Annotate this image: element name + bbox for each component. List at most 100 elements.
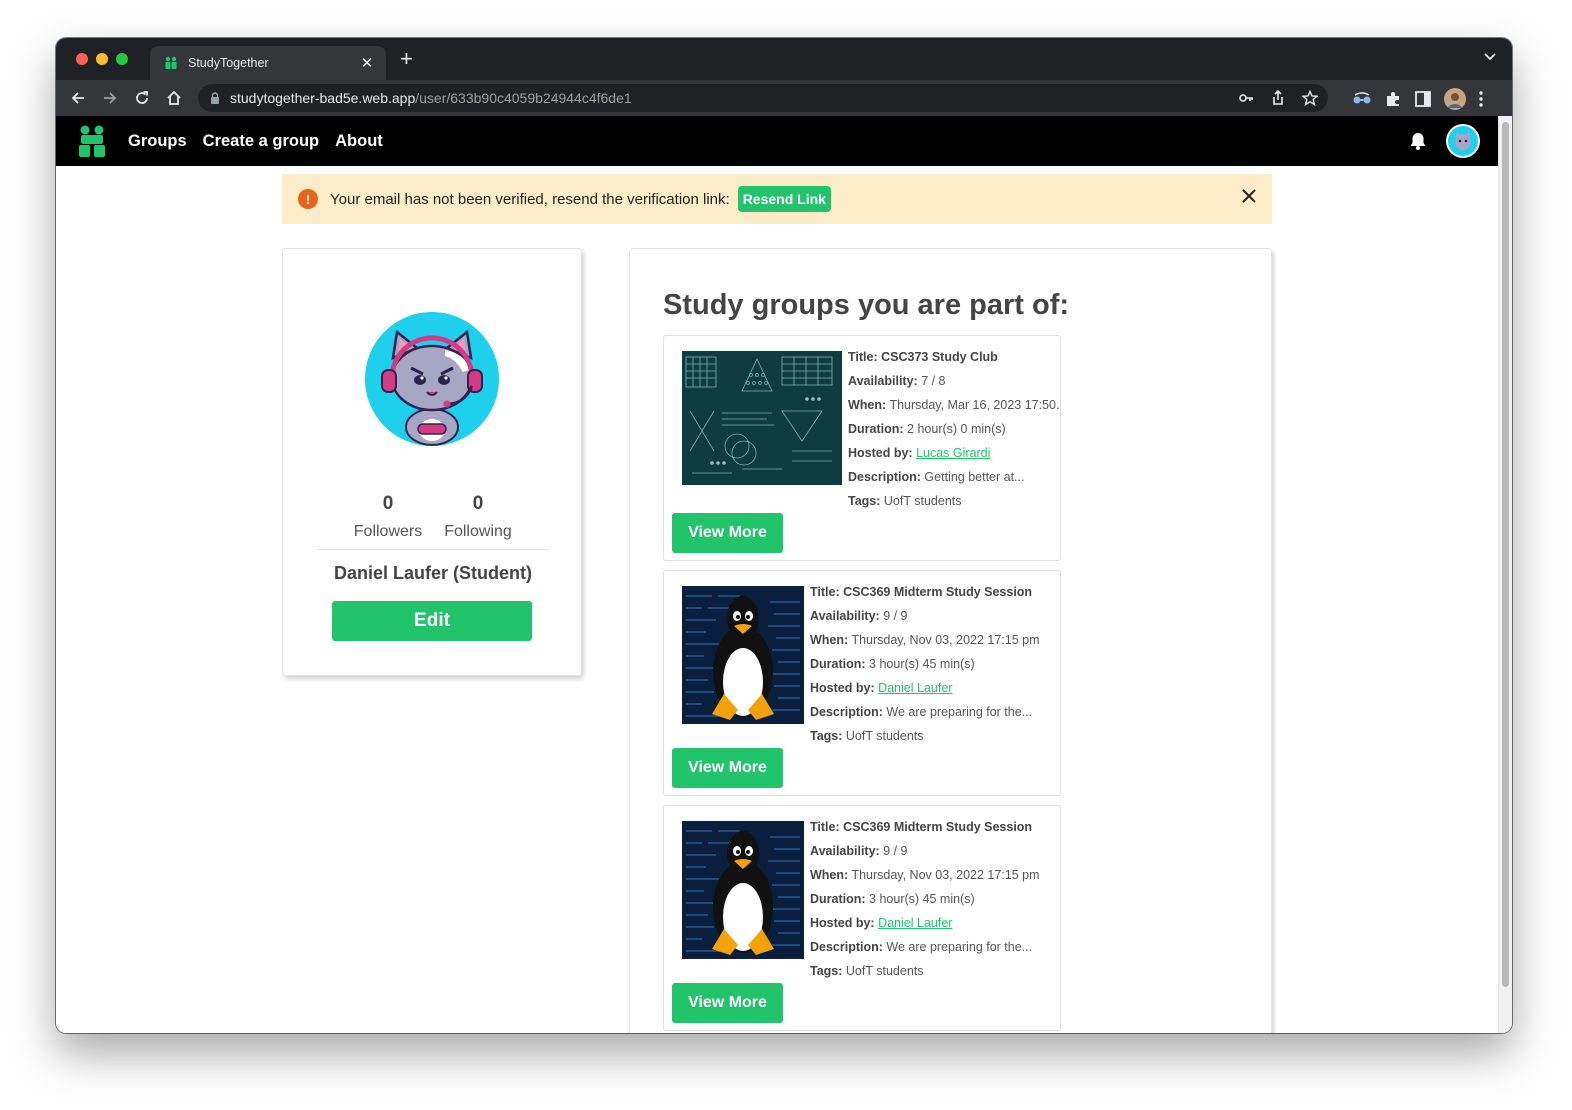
share-icon[interactable] [1270,90,1286,106]
group-duration: 2 hour(s) 0 min(s) [907,422,1006,436]
when-label: When: [848,398,887,412]
close-window-button[interactable] [76,53,88,65]
follow-stats: 0 Followers 0 Following [343,493,523,541]
alert-message: Your email has not been verified, resend… [330,190,730,208]
group-details: Title: CSC369 Midterm Study Session Avai… [810,815,1040,983]
browser-menu-icon[interactable] [1478,90,1484,108]
description-label: Description: [810,940,883,954]
view-more-button[interactable]: View More [672,748,783,788]
profile-card: 0 Followers 0 Following Daniel Laufer (S… [282,248,582,676]
tags-label: Tags: [810,729,843,743]
side-panel-icon[interactable] [1414,90,1432,108]
linux-penguin-image [682,821,804,959]
group-tags: UofT students [845,964,924,978]
study-together-logo-icon[interactable] [76,124,108,158]
gamer-cat-avatar-icon [365,312,499,446]
new-tab-button[interactable]: + [400,48,413,70]
study-groups-panel: Study groups you are part of: Title: CSC… [629,248,1272,1033]
description-label: Description: [810,705,883,719]
tab-close-icon[interactable]: ✕ [358,54,376,72]
title-label: Title: [810,585,840,599]
view-more-button[interactable]: View More [672,513,783,553]
group-host-link[interactable]: Lucas Girardi [916,446,990,460]
followers-stat[interactable]: 0 Followers [343,493,433,541]
following-stat[interactable]: 0 Following [433,493,523,541]
app-navbar: Groups Create a group About [56,116,1498,166]
group-card: Title: CSC369 Midterm Study Session Avai… [663,805,1061,1031]
user-avatar-button[interactable] [1446,124,1480,158]
home-icon[interactable] [164,88,184,108]
group-availability: 9 / 9 [883,609,908,623]
title-label: Title: [848,350,878,364]
group-host-link[interactable]: Daniel Laufer [878,916,952,930]
browser-tab[interactable]: StudyTogether ✕ [150,46,386,80]
group-card: Title: CSC373 Study Club Availability: 7… [663,335,1061,561]
notification-bell-icon[interactable] [1408,131,1428,151]
forward-arrow-icon[interactable] [100,88,120,108]
page-scrollbar[interactable] [1498,116,1512,1033]
password-key-icon[interactable] [1238,90,1254,106]
edit-profile-button[interactable]: Edit [332,601,532,641]
back-arrow-icon[interactable] [68,88,88,108]
group-availability: 7 / 8 [921,374,946,388]
scrollbar-thumb[interactable] [1502,122,1509,987]
close-alert-icon[interactable] [1242,189,1256,203]
url-path: /user/633b90c4059b24944c4f6de1 [415,90,632,106]
minimize-window-button[interactable] [96,53,108,65]
nav-groups-link[interactable]: Groups [128,132,187,151]
nav-create-group-link[interactable]: Create a group [203,132,319,151]
group-duration: 3 hour(s) 45 min(s) [869,657,975,671]
profile-avatar-icon[interactable] [1444,88,1466,110]
profile-avatar [365,312,499,446]
tab-title: StudyTogether [188,56,269,70]
group-description: Getting better at... [924,470,1025,484]
hosted-by-label: Hosted by: [848,446,913,460]
description-label: Description: [848,470,921,484]
extensions-puzzle-icon[interactable] [1384,90,1402,108]
availability-label: Availability: [848,374,918,388]
duration-label: Duration: [848,422,904,436]
group-tags: UofT students [883,494,962,508]
linux-penguin-image [682,586,804,724]
browser-window: StudyTogether ✕ + studytogether-bad5e.we… [56,38,1512,1033]
cat-avatar-icon [1448,126,1478,156]
group-title: CSC369 Midterm Study Session [843,820,1033,834]
bookmark-star-icon[interactable] [1302,90,1318,106]
view-more-button[interactable]: View More [672,983,783,1023]
address-bar[interactable]: studytogether-bad5e.web.app/user/633b90c… [198,84,1328,112]
group-duration: 3 hour(s) 45 min(s) [869,892,975,906]
tab-strip: StudyTogether ✕ + [56,38,1512,80]
nav-about-link[interactable]: About [335,132,383,151]
title-label: Title: [810,820,840,834]
study-groups-heading: Study groups you are part of: [663,289,1070,321]
group-availability: 9 / 9 [883,844,908,858]
profile-divider [317,549,549,550]
availability-label: Availability: [810,844,880,858]
nav-links: Groups Create a group About [128,132,383,151]
following-count: 0 [472,493,484,514]
group-title: CSC369 Midterm Study Session [843,585,1033,599]
availability-label: Availability: [810,609,880,623]
group-tags: UofT students [845,729,924,743]
following-label: Following [444,523,512,540]
reload-icon[interactable] [132,88,152,108]
study-together-favicon-icon [165,56,177,69]
group-details: Title: CSC373 Study Club Availability: 7… [848,345,1059,513]
resend-link-button[interactable]: Resend Link [737,186,831,212]
extension-glasses-icon[interactable] [1352,90,1372,108]
window-controls [76,53,128,65]
maximize-window-button[interactable] [116,53,128,65]
hosted-by-label: Hosted by: [810,681,875,695]
group-when: Thursday, Mar 16, 2023 17:50. [889,398,1060,412]
tab-search-chevron-icon[interactable] [1484,53,1496,61]
followers-label: Followers [353,523,423,540]
lock-icon [211,92,219,104]
desktop: StudyTogether ✕ + studytogether-bad5e.we… [0,0,1572,1110]
page-viewport: Groups Create a group About ! Your email… [56,116,1512,1033]
browser-toolbar: studytogether-bad5e.web.app/user/633b90c… [56,80,1512,116]
tags-label: Tags: [848,494,881,508]
group-host-link[interactable]: Daniel Laufer [878,681,952,695]
chalkboard-math-image [682,351,842,485]
duration-label: Duration: [810,892,866,906]
email-verification-alert: ! Your email has not been verified, rese… [282,174,1272,224]
